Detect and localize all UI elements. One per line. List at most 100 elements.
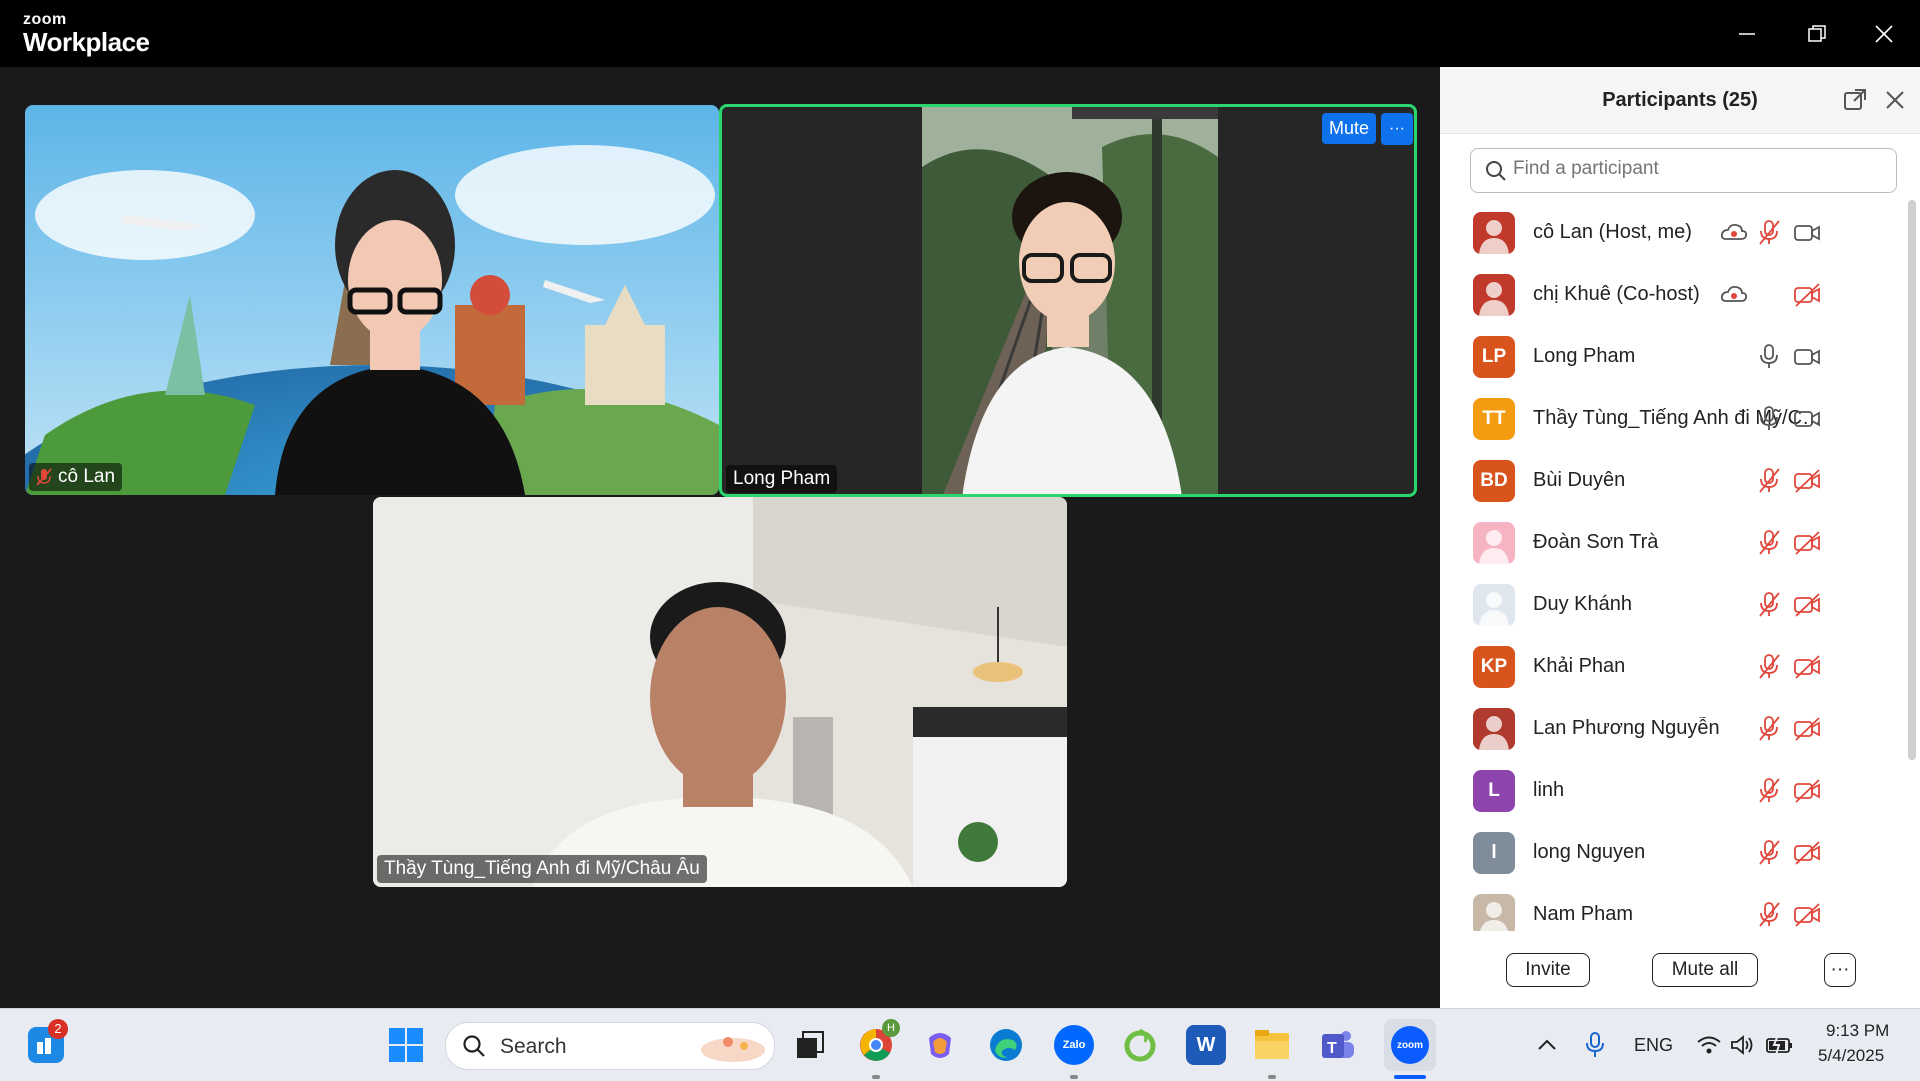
wifi-icon[interactable] (1697, 1035, 1721, 1055)
video-off-icon[interactable] (1793, 777, 1821, 805)
participant-avatar: KP (1473, 646, 1515, 688)
mute-participant-button[interactable]: Mute (1322, 113, 1377, 144)
video-icon[interactable] (1793, 343, 1821, 371)
zoom-icon: zoom (1391, 1026, 1429, 1064)
video-off-icon[interactable] (1793, 281, 1821, 309)
windows-taskbar: 2 Search H Zalo W T zoom ENG 9:13 PM 5/4… (0, 1008, 1920, 1081)
mic-icon[interactable] (1756, 343, 1784, 371)
zalo-button[interactable]: Zalo (1054, 1025, 1094, 1065)
cloud-recording-icon (1720, 223, 1748, 240)
input-language[interactable]: ENG (1634, 1035, 1673, 1056)
participant-row[interactable]: BD Bùi Duyên (1440, 449, 1900, 511)
coccoc-button[interactable] (1120, 1025, 1160, 1065)
file-explorer-button[interactable] (1252, 1025, 1292, 1065)
mic-muted-icon[interactable] (1756, 901, 1784, 929)
file-explorer-icon (1255, 1030, 1289, 1059)
minimize-button[interactable] (1729, 16, 1765, 52)
more-options-button[interactable]: ··· (1824, 953, 1856, 987)
coccoc-icon (1124, 1028, 1156, 1062)
start-button[interactable] (386, 1025, 426, 1065)
volume-icon[interactable] (1730, 1034, 1756, 1056)
start-icon (389, 1028, 423, 1062)
participant-row[interactable]: Llinh (1440, 759, 1900, 821)
video-off-icon[interactable] (1793, 653, 1821, 681)
mic-muted-icon[interactable] (1756, 219, 1784, 247)
restore-button[interactable] (1799, 16, 1835, 52)
chrome-running-indicator (872, 1075, 880, 1079)
participant-avatar: TT (1473, 398, 1515, 440)
participant-row[interactable]: l long Nguyen (1440, 821, 1900, 883)
participant-row[interactable]: LP Long Pham (1440, 325, 1900, 387)
participant-avatar (1473, 584, 1515, 626)
clock-date[interactable]: 5/4/2025 (1818, 1046, 1884, 1066)
participant-avatar (1473, 708, 1515, 750)
participant-row[interactable]: Đoàn Sơn Trà (1440, 511, 1900, 573)
video-off-icon[interactable] (1793, 715, 1821, 743)
battery-charging-icon[interactable] (1766, 1035, 1794, 1055)
microphone-icon[interactable] (1585, 1032, 1605, 1058)
cloud-recording-icon (1720, 285, 1748, 302)
participant-list-scrollbar[interactable] (1908, 200, 1916, 760)
video-off-icon[interactable] (1793, 467, 1821, 495)
video-tile-thay-tung[interactable]: Thầy Tùng_Tiếng Anh đi Mỹ/Châu Âu (373, 497, 1067, 887)
video-icon[interactable] (1793, 405, 1821, 433)
edge-icon (990, 1029, 1022, 1061)
participants-panel: Participants (25) cô Lan (Host, me) chị K… (1440, 67, 1920, 1008)
participants-title: Participants (25) (1602, 89, 1758, 111)
participant-name-label: cô Lan (29, 463, 123, 491)
video-tile-co-lan[interactable]: cô Lan (25, 105, 719, 495)
chevron-up-icon[interactable] (1537, 1035, 1557, 1055)
participant-avatar (1473, 274, 1515, 316)
mic-muted-icon (36, 468, 52, 486)
participant-row[interactable]: chị Khuê (Co-host) (1440, 263, 1900, 325)
zoom-button[interactable]: zoom (1384, 1019, 1436, 1071)
video-icon[interactable] (1793, 219, 1821, 247)
mic-icon[interactable] (1756, 405, 1784, 433)
mic-muted-icon[interactable] (1756, 839, 1784, 867)
task-view-button[interactable] (790, 1025, 830, 1065)
mute-all-button[interactable]: Mute all (1652, 953, 1758, 987)
video-tile-long-pham[interactable]: Mute ··· Long Pham (719, 104, 1417, 497)
clock-time[interactable]: 9:13 PM (1826, 1021, 1889, 1041)
participant-search-field[interactable] (1470, 148, 1897, 193)
participant-avatar (1473, 212, 1515, 254)
video-off-icon[interactable] (1793, 901, 1821, 929)
word-button[interactable]: W (1186, 1025, 1226, 1065)
video-off-icon[interactable] (1793, 591, 1821, 619)
participant-row[interactable]: Duy Khánh (1440, 573, 1900, 635)
participant-row[interactable]: Nam Pham (1440, 883, 1900, 931)
close-icon (1875, 25, 1893, 43)
participant-row[interactable]: Lan Phương Nguyễn (1440, 697, 1900, 759)
mic-muted-icon[interactable] (1756, 591, 1784, 619)
pop-out-icon[interactable] (1843, 88, 1867, 112)
close-window-button[interactable] (1866, 16, 1902, 52)
avatar-photo-icon (1479, 592, 1509, 626)
participant-row[interactable]: KP Khải Phan (1440, 635, 1900, 697)
restore-icon (1808, 25, 1826, 42)
participants-panel-header: Participants (25) (1440, 67, 1920, 134)
mic-muted-icon[interactable] (1756, 529, 1784, 557)
video-off-icon[interactable] (1793, 839, 1821, 867)
chrome-button[interactable]: H (856, 1019, 900, 1065)
mic-muted-icon[interactable] (1756, 715, 1784, 743)
video-off-icon[interactable] (1793, 529, 1821, 557)
video-feed-image (25, 105, 719, 495)
participant-row[interactable]: TT Thầy Tùng_Tiếng Anh đi Mỹ/Ch... (1440, 387, 1900, 449)
close-panel-icon[interactable] (1885, 90, 1905, 110)
taskbar-search-label: Search (500, 1035, 567, 1058)
mic-muted-icon[interactable] (1756, 467, 1784, 495)
participant-row[interactable]: cô Lan (Host, me) (1440, 201, 1900, 263)
edge-button[interactable] (986, 1025, 1026, 1065)
invite-button[interactable]: Invite (1506, 953, 1590, 987)
participant-search-input[interactable] (1511, 157, 1875, 181)
chrome-profile-badge: H (882, 1019, 900, 1037)
teams-button[interactable]: T (1318, 1025, 1358, 1065)
mic-muted-icon[interactable] (1756, 653, 1784, 681)
copilot-button[interactable] (920, 1025, 960, 1065)
video-more-options-button[interactable]: ··· (1381, 113, 1413, 145)
video-gallery: cô Lan Mute ··· Long Pham Thầy Tùng_Tiến… (0, 67, 1440, 1008)
name-text: Thầy Tùng_Tiếng Anh đi Mỹ/Châu Âu (384, 858, 700, 879)
search-icon (463, 1035, 485, 1057)
taskbar-search-box[interactable]: Search (445, 1022, 775, 1070)
mic-muted-icon[interactable] (1756, 777, 1784, 805)
